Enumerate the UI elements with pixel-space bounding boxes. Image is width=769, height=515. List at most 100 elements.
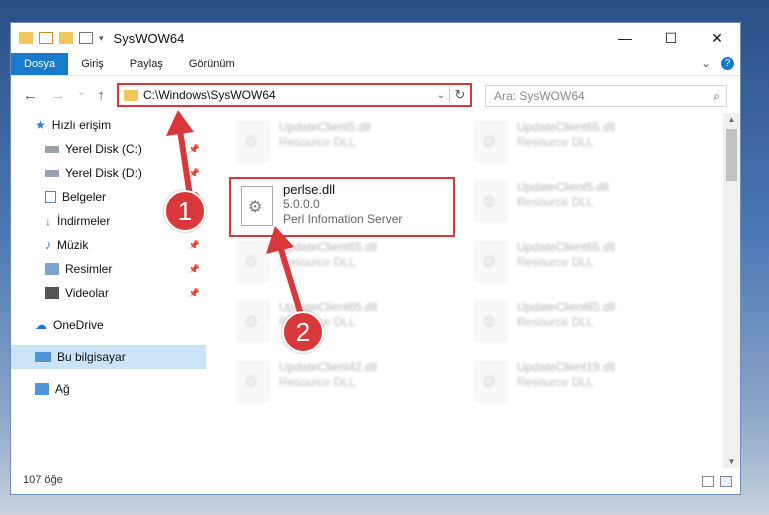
pin-icon[interactable]: 📌	[189, 288, 200, 299]
recent-locations-icon[interactable]: ⌄	[77, 87, 85, 104]
sidebar-item-resimler[interactable]: Resimler 📌	[11, 257, 206, 281]
file-item[interactable]: UpdateClient65.dll Resource DLL	[227, 237, 457, 289]
close-button[interactable]: ✕	[694, 23, 740, 53]
file-item[interactable]: UpdateClient42.dll Resource DLL	[227, 357, 457, 409]
sidebar-item-disk-d[interactable]: Yerel Disk (D:) 📌	[11, 161, 206, 185]
sidebar-item-network[interactable]: Ağ	[11, 377, 206, 401]
folder-icon[interactable]	[19, 32, 33, 44]
minimize-button[interactable]: —	[602, 23, 648, 53]
search-box[interactable]: Ara: SysWOW64 ⌕	[485, 85, 727, 107]
computer-icon	[35, 352, 51, 362]
file-item[interactable]: UpdateClient5.dll Resource DLL	[465, 177, 695, 229]
pin-icon[interactable]: 📌	[189, 264, 200, 275]
pin-icon[interactable]: 📌	[189, 240, 200, 251]
sidebar-item-label: Yerel Disk (C:)	[65, 142, 142, 156]
sidebar-item-muzik[interactable]: ♪ Müzik 📌	[11, 233, 206, 257]
dll-file-icon	[475, 121, 507, 161]
file-list: UpdateClient5.dll Resource DLL perlse.dl…	[207, 113, 717, 468]
dll-file-icon	[475, 301, 507, 341]
item-count: 107 öğe	[23, 474, 63, 486]
pin-icon[interactable]: 📌	[189, 144, 200, 155]
up-button[interactable]: ↑	[97, 87, 105, 104]
vertical-scrollbar[interactable]: ▲ ▼	[723, 113, 740, 468]
file-name: perlse.dll	[283, 182, 336, 197]
ribbon-tabs: Dosya Giriş Paylaş Görünüm ⌄ ?	[11, 53, 740, 76]
file-item-perlse[interactable]: perlse.dll 5.0.0.0 Perl Infomation Serve…	[229, 177, 455, 237]
file-type: Resource DLL	[517, 135, 594, 149]
sidebar-item-label: Hızlı erişim	[51, 118, 112, 132]
tab-paylas[interactable]: Paylaş	[117, 53, 176, 75]
sidebar-item-disk-c[interactable]: Yerel Disk (C:) 📌	[11, 137, 206, 161]
file-item[interactable]: UpdateClient65.dll Resource DLL	[227, 297, 457, 349]
search-placeholder[interactable]: Ara: SysWOW64	[494, 89, 585, 103]
dll-file-icon	[237, 121, 269, 161]
address-path[interactable]: C:\Windows\SysWOW64	[143, 88, 433, 102]
file-name: UpdateClient65.dll	[517, 300, 616, 314]
sidebar-item-label: İndirmeler	[57, 214, 111, 228]
properties-icon[interactable]	[39, 32, 53, 44]
dll-file-icon	[241, 186, 273, 226]
address-bar[interactable]: C:\Windows\SysWOW64 ⌄ ↻	[117, 83, 472, 107]
sidebar-item-label: Ağ	[55, 382, 70, 396]
folder-icon	[124, 89, 138, 101]
file-item[interactable]: UpdateClient65.dll Resource DLL	[465, 117, 695, 169]
videos-icon	[45, 287, 59, 299]
step-1-badge: 1	[164, 190, 206, 232]
tab-giris[interactable]: Giriş	[68, 53, 117, 75]
dll-file-icon	[237, 361, 269, 401]
file-name: UpdateClient5.dll	[279, 120, 371, 134]
maximize-button[interactable]: ☐	[648, 23, 694, 53]
network-icon	[35, 383, 49, 395]
drive-icon	[45, 145, 59, 153]
customize-toolbar-icon[interactable]: ▾	[99, 33, 104, 44]
large-icons-view-icon[interactable]	[720, 476, 732, 487]
address-row: ← → ⌄ ↑ C:\Windows\SysWOW64 ⌄ ↻ Ara: Sys…	[11, 76, 740, 114]
file-item[interactable]: UpdateClient65.dll Resource DLL	[465, 297, 695, 349]
new-folder-icon[interactable]	[59, 32, 73, 44]
sidebar-item-label: Yerel Disk (D:)	[65, 166, 142, 180]
drive-icon	[45, 169, 59, 177]
details-view-icon[interactable]	[702, 476, 714, 487]
file-name: UpdateClient5.dll	[517, 180, 609, 194]
step-2-badge: 2	[282, 311, 324, 353]
file-name: UpdateClient65.dll	[517, 120, 616, 134]
file-type: Resource DLL	[517, 375, 594, 389]
help-icon[interactable]: ?	[721, 56, 734, 70]
sidebar-item-quick-access[interactable]: ★ Hızlı erişim	[11, 113, 206, 137]
pin-icon[interactable]: 📌	[189, 168, 200, 179]
sidebar-item-onedrive[interactable]: ☁ OneDrive	[11, 313, 206, 337]
sidebar-item-videolar[interactable]: Videolar 📌	[11, 281, 206, 305]
scrollbar-thumb[interactable]	[726, 129, 737, 181]
sidebar-item-label: Bu bilgisayar	[57, 350, 126, 364]
star-icon: ★	[35, 118, 46, 132]
file-name: UpdateClient19.dll	[517, 360, 616, 374]
address-dropdown-icon[interactable]: ⌄	[433, 90, 449, 101]
forward-button[interactable]: →	[50, 87, 65, 104]
file-item[interactable]: UpdateClient5.dll Resource DLL	[227, 117, 457, 169]
file-description: Perl Infomation Server	[283, 212, 403, 226]
tab-gorunum[interactable]: Görünüm	[176, 53, 248, 75]
file-item[interactable]: UpdateClient65.dll Resource DLL	[465, 237, 695, 289]
scroll-down-icon[interactable]: ▼	[723, 457, 740, 466]
tab-dosya[interactable]: Dosya	[11, 53, 69, 75]
sidebar-item-label: Müzik	[57, 238, 89, 252]
sidebar-item-label: OneDrive	[53, 318, 104, 332]
music-icon: ♪	[45, 238, 51, 252]
file-type: Resource DLL	[279, 375, 356, 389]
search-icon[interactable]: ⌕	[713, 89, 720, 104]
view-icon[interactable]	[79, 32, 93, 44]
dll-file-icon	[237, 241, 269, 281]
sidebar-item-label: Resimler	[65, 262, 113, 276]
refresh-button[interactable]: ↻	[449, 87, 470, 103]
sidebar-item-this-pc[interactable]: Bu bilgisayar	[11, 345, 206, 369]
sidebar-item-label: Belgeler	[62, 190, 107, 204]
back-button[interactable]: ←	[23, 87, 38, 104]
file-name: UpdateClient65.dll	[279, 240, 378, 254]
dll-file-icon	[237, 301, 269, 341]
file-type: Resource DLL	[517, 315, 594, 329]
cloud-icon: ☁	[35, 318, 47, 332]
expand-ribbon-icon[interactable]: ⌄	[701, 56, 711, 70]
dll-file-icon	[475, 241, 507, 281]
scroll-up-icon[interactable]: ▲	[723, 115, 740, 124]
file-item[interactable]: UpdateClient19.dll Resource DLL	[465, 357, 695, 409]
